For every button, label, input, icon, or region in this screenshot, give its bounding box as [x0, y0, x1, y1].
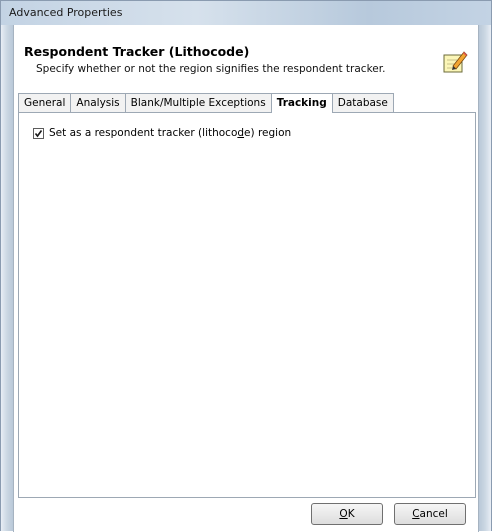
header-title: Respondent Tracker (Lithocode) [24, 44, 250, 59]
cancel-mnemonic: C [412, 508, 420, 520]
header-subtitle: Specify whether or not the region signif… [36, 63, 386, 75]
tracking-tab-panel: Set as a respondent tracker (lithocode) … [18, 112, 476, 498]
dialog-footer: OK Cancel [14, 500, 478, 532]
window-title: Advanced Properties [9, 6, 123, 19]
ok-button[interactable]: OK [311, 503, 383, 525]
window-frame-right [479, 25, 491, 531]
label-text-before: Set as a respondent tracker (lithoco [49, 127, 238, 139]
respondent-tracker-checkbox[interactable] [33, 127, 44, 139]
tab-general[interactable]: General [18, 93, 72, 112]
edit-note-icon [443, 51, 468, 73]
ok-mnemonic: O [339, 508, 348, 520]
respondent-tracker-option[interactable]: Set as a respondent tracker (lithocode) … [33, 127, 291, 139]
window-frame-left [1, 25, 13, 531]
tab-analysis[interactable]: Analysis [70, 93, 126, 112]
label-text-after: e) region [244, 127, 292, 139]
cancel-label-rest: ancel [419, 508, 448, 520]
ok-label-rest: K [347, 508, 355, 520]
dialog-header: Respondent Tracker (Lithocode) Specify w… [14, 25, 478, 85]
dialog-client-area: Respondent Tracker (Lithocode) Specify w… [13, 25, 479, 532]
tab-blank-multiple-exceptions[interactable]: Blank/Multiple Exceptions [124, 93, 272, 112]
tab-strip: General Analysis Blank/Multiple Exceptio… [18, 93, 394, 113]
advanced-properties-dialog: Advanced Properties Respondent Tracker (… [0, 0, 492, 532]
respondent-tracker-label[interactable]: Set as a respondent tracker (lithocode) … [49, 127, 291, 139]
tab-database[interactable]: Database [331, 93, 394, 112]
title-bar[interactable]: Advanced Properties [1, 1, 491, 25]
tab-control: General Analysis Blank/Multiple Exceptio… [18, 93, 476, 498]
cancel-button[interactable]: Cancel [394, 503, 466, 525]
checkmark-icon [34, 129, 43, 137]
tab-tracking[interactable]: Tracking [270, 93, 333, 113]
